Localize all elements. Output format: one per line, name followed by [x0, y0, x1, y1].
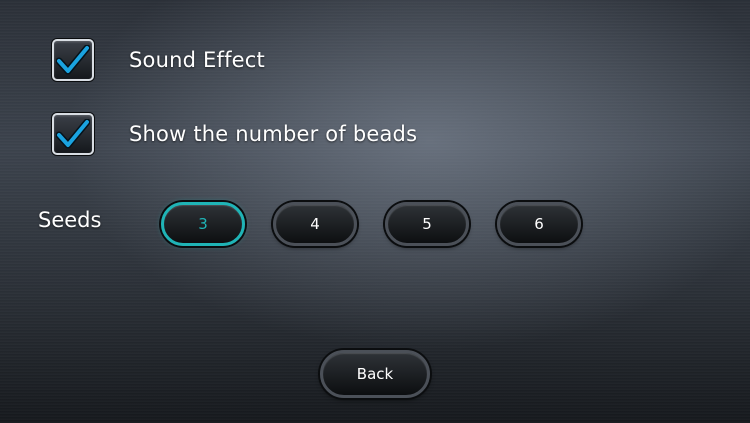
- sound-effect-option[interactable]: Sound Effect: [52, 36, 265, 84]
- show-beads-label: Show the number of beads: [129, 122, 418, 146]
- sound-effect-checkbox[interactable]: [52, 39, 94, 81]
- show-beads-option[interactable]: Show the number of beads: [52, 110, 417, 158]
- seed-button-3[interactable]: 3: [161, 202, 245, 246]
- seed-button-6[interactable]: 6: [497, 202, 581, 246]
- back-button[interactable]: Back: [320, 350, 430, 398]
- sound-effect-label: Sound Effect: [129, 48, 265, 72]
- seed-button-5[interactable]: 5: [385, 202, 469, 246]
- seed-button-4[interactable]: 4: [273, 202, 357, 246]
- seeds-label: Seeds: [38, 208, 102, 232]
- seeds-selector: 3 4 5 6: [161, 202, 581, 246]
- show-beads-checkbox[interactable]: [52, 113, 94, 155]
- checkmark-icon: [56, 119, 90, 149]
- checkmark-icon: [56, 45, 90, 75]
